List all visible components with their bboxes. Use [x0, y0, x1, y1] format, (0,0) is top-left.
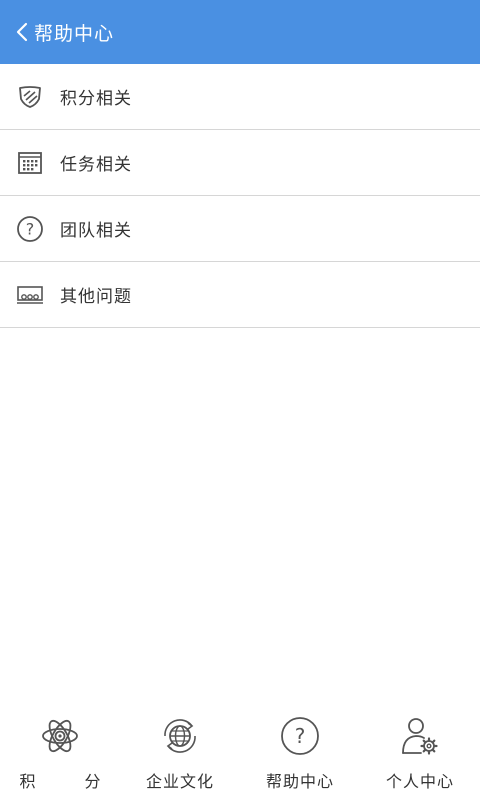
menu-item-other[interactable]: 其他问题: [0, 262, 480, 328]
tab-label: 帮助中心: [265, 772, 334, 791]
tab-label: 积 分: [19, 772, 123, 791]
tab-label: 企业文化: [145, 772, 214, 791]
header-bar: 帮助中心: [0, 0, 480, 64]
tab-label: 个人中心: [385, 772, 454, 791]
menu-item-label: 积分相关: [60, 89, 132, 109]
menu-item-tasks[interactable]: 任务相关: [0, 130, 480, 196]
tab-points[interactable]: 积 分: [0, 706, 120, 800]
atom-icon: [38, 714, 82, 758]
svg-text:?: ?: [295, 724, 306, 748]
question-circle-icon: ?: [278, 714, 322, 758]
bottom-tab-bar: 积 分 企业文化 ? 帮助中心 个人中心: [0, 706, 480, 800]
meeting-icon: [16, 281, 44, 309]
user-settings-icon: [398, 714, 442, 758]
svg-text:?: ?: [26, 219, 35, 238]
menu-item-label: 其他问题: [60, 287, 132, 307]
tab-corporate-culture[interactable]: 企业文化: [120, 706, 240, 800]
chevron-left-icon: [16, 22, 28, 42]
tab-help-center[interactable]: ? 帮助中心: [240, 706, 360, 800]
menu-item-points[interactable]: 积分相关: [0, 64, 480, 130]
question-circle-icon: ?: [16, 215, 44, 243]
menu-item-label: 任务相关: [60, 155, 132, 175]
calendar-icon: [16, 149, 44, 177]
help-menu-list: 积分相关 任务相关 ? 团队相关 其他问题: [0, 64, 480, 328]
page-title: 帮助中心: [34, 22, 115, 45]
globe-icon: [158, 714, 202, 758]
menu-item-team[interactable]: ? 团队相关: [0, 196, 480, 262]
menu-item-label: 团队相关: [60, 221, 132, 241]
tab-personal-center[interactable]: 个人中心: [360, 706, 480, 800]
shield-icon: [16, 83, 44, 111]
back-button[interactable]: [0, 0, 34, 64]
